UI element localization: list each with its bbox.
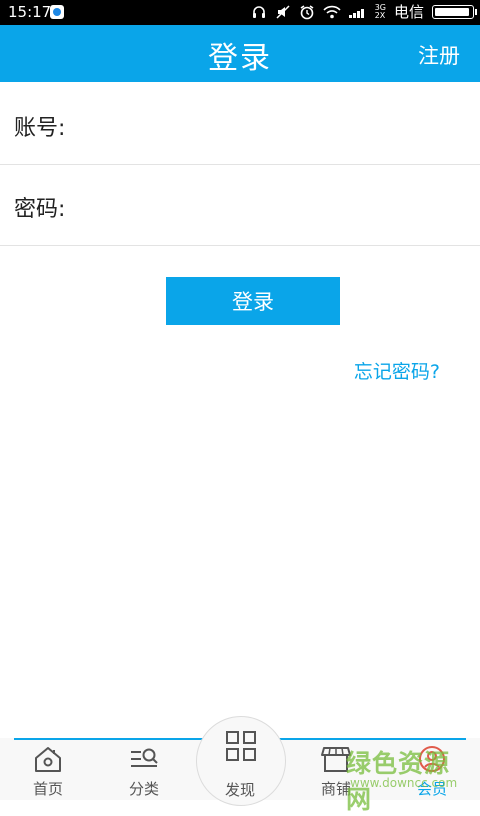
member-icon [419,746,445,772]
alarm-icon [300,5,314,20]
app-notification-icon [50,5,64,19]
forgot-password-link[interactable]: 忘记密码? [354,357,440,384]
mute-icon [276,5,290,19]
account-label: 账号: [14,116,66,141]
discover-grid-icon [226,731,256,761]
carrier-name: 电信 [393,3,424,21]
network-type-bottom: 2X [374,11,386,20]
password-input[interactable] [80,185,464,227]
password-label: 密码: [14,197,66,222]
battery-icon [432,5,477,19]
account-input[interactable] [80,104,464,146]
status-time: 15:17 [8,3,52,21]
nav-label-member: 会员 [416,780,447,798]
nav-item-member[interactable]: 会员 [392,744,472,800]
signal-icon [348,9,364,18]
register-button[interactable]: 注册 [418,40,460,70]
nav-item-shop[interactable]: 商铺 [296,744,376,800]
nav-label-home: 首页 [32,780,63,798]
category-icon [131,748,158,767]
nav-item-home[interactable]: 首页 [8,744,88,800]
status-bar: 15:17 3G 2X 电信 [0,0,480,25]
home-icon [35,747,61,772]
wifi-icon [323,5,341,19]
login-button[interactable]: 登录 [166,277,340,325]
header-bar: 登录 注册 [0,25,480,82]
nav-label-shop: 商铺 [320,780,351,798]
nav-label-category: 分类 [128,780,159,798]
account-row: 账号: [0,84,480,165]
status-icons: 3G 2X 电信 [251,3,477,21]
network-type: 3G 2X [375,4,386,20]
shop-icon [321,747,351,772]
password-row: 密码: [0,165,480,246]
page-title: 登录 [208,41,272,76]
nav-item-category[interactable]: 分类 [104,744,184,800]
headset-icon [252,6,265,18]
nav-label-discover: 发现 [224,781,255,799]
